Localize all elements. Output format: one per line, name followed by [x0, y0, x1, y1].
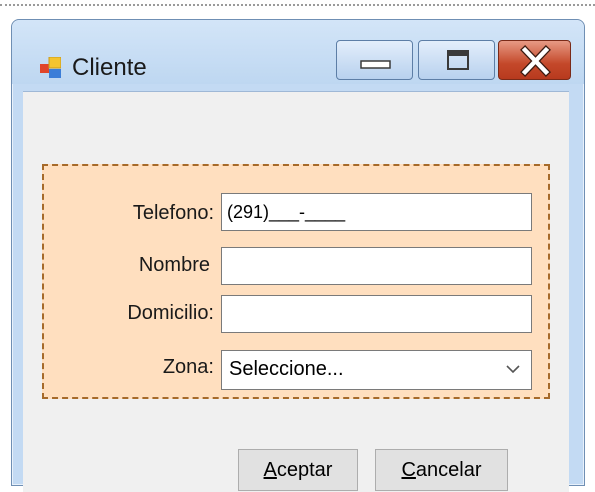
nombre-label: Nombre: [138, 254, 210, 276]
cancelar-label: ancelar: [415, 459, 482, 481]
aceptar-accelerator: A: [263, 459, 277, 481]
close-button[interactable]: [498, 40, 571, 80]
domicilio-label: Domicilio:: [127, 302, 214, 324]
maximize-button[interactable]: [418, 40, 495, 80]
window-title: Cliente: [72, 54, 147, 81]
aceptar-label: ceptar: [276, 459, 333, 481]
client-area: Telefono: (291)___-____ Nombre Domicilio…: [23, 91, 569, 492]
title-bar[interactable]: Cliente: [12, 20, 584, 84]
telefono-field[interactable]: (291)___-____: [221, 193, 532, 231]
aceptar-button[interactable]: Aceptar: [238, 449, 358, 491]
zona-select[interactable]: Seleccione...: [221, 350, 532, 390]
nombre-field[interactable]: [221, 247, 532, 285]
maximize-icon: [447, 50, 469, 70]
minimize-icon: [360, 60, 391, 69]
top-dotted-border: [0, 4, 595, 6]
chevron-down-icon: [506, 365, 520, 374]
form-group-panel: Telefono: (291)___-____ Nombre Domicilio…: [42, 164, 550, 399]
telefono-label: Telefono:: [132, 202, 214, 224]
close-icon: [520, 45, 551, 77]
domicilio-field[interactable]: [221, 295, 532, 333]
cliente-window: Cliente Telefono: (291)___-____ Nombre D…: [11, 19, 585, 492]
zona-label: Zona:: [162, 356, 214, 378]
cancelar-accelerator: C: [401, 459, 416, 481]
form-icon: [40, 57, 61, 78]
minimize-button[interactable]: [336, 40, 413, 80]
zona-selected-value: Seleccione...: [229, 358, 344, 380]
cancelar-button[interactable]: Cancelar: [375, 449, 508, 491]
